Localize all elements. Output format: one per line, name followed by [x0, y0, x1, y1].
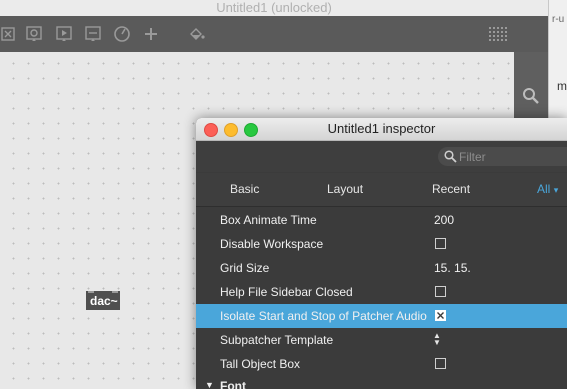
side-window-text: r-u [552, 14, 565, 25]
attribute-name: Disable Workspace [220, 237, 324, 251]
tab-recent[interactable]: Recent [432, 182, 470, 196]
attribute-name: Isolate Start and Stop of Patcher Audio [220, 309, 427, 323]
tab-all-label: All [537, 182, 551, 196]
attribute-row[interactable]: Box Animate Time 200 [196, 208, 567, 232]
close-window-button[interactable] [204, 123, 218, 137]
attribute-row[interactable]: Disable Workspace [196, 232, 567, 256]
attribute-name: Subpatcher Template [220, 333, 334, 347]
tab-basic[interactable]: Basic [230, 182, 259, 196]
tab-all[interactable]: All ▾ [537, 182, 558, 196]
message-icon[interactable] [26, 25, 44, 43]
disclosure-triangle-icon: ▼ [205, 380, 214, 389]
attribute-row[interactable]: Help File Sidebar Closed [196, 280, 567, 304]
button-icon[interactable] [56, 25, 74, 43]
dial-icon[interactable] [113, 25, 131, 43]
patcher-title: Untitled1 (unlocked) [0, 0, 548, 16]
attribute-value[interactable]: 15. 15. [434, 261, 471, 275]
side-window-text: m [557, 79, 567, 93]
patcher-toolbar [0, 16, 548, 52]
attribute-checkbox[interactable] [435, 286, 446, 297]
attribute-name: Help File Sidebar Closed [220, 285, 353, 299]
attribute-row[interactable]: Grid Size 15. 15. [196, 256, 567, 280]
close-box-icon[interactable] [0, 25, 18, 43]
inspector-tabs: Basic Layout Recent All ▾ [196, 173, 567, 207]
object-inlet[interactable] [88, 291, 94, 293]
section-label: Font [220, 379, 246, 389]
add-icon[interactable] [142, 25, 160, 43]
attribute-checkbox[interactable] [435, 238, 446, 249]
tab-layout[interactable]: Layout [327, 182, 363, 196]
attribute-value[interactable]: 200 [434, 213, 454, 227]
filter-input[interactable]: Filter [438, 147, 567, 166]
attribute-row[interactable]: Subpatcher Template ▲ ▼ [196, 328, 567, 352]
attribute-checkbox[interactable] [435, 358, 446, 369]
object-label: dac~ [90, 294, 118, 308]
filter-placeholder: Filter [459, 150, 486, 164]
inspector-title: Untitled1 inspector [327, 121, 436, 136]
attribute-name: Grid Size [220, 261, 270, 275]
popup-arrows-icon[interactable]: ▲ ▼ [433, 332, 441, 347]
inspector-search-bar: Filter [196, 141, 567, 172]
attribute-name: Box Animate Time [220, 213, 317, 227]
number-icon[interactable] [85, 25, 103, 43]
attribute-row-selected[interactable]: Isolate Start and Stop of Patcher Audio [196, 304, 567, 328]
zoom-window-button[interactable] [244, 123, 258, 137]
fill-icon[interactable] [188, 25, 206, 43]
chevron-down-icon: ▾ [553, 185, 559, 195]
search-icon[interactable] [522, 87, 540, 110]
object-inlet[interactable] [112, 291, 118, 293]
attribute-name: Tall Object Box [220, 357, 301, 371]
section-header-font[interactable]: ▼ Font [196, 379, 567, 389]
dac-object-box[interactable]: dac~ [86, 291, 120, 310]
inspector-titlebar: Untitled1 inspector [196, 118, 567, 141]
minimize-window-button[interactable] [224, 123, 238, 137]
attribute-checkbox-checked[interactable] [435, 310, 446, 321]
attribute-row[interactable]: Tall Object Box [196, 352, 567, 376]
grid-icon[interactable] [489, 27, 507, 45]
search-icon [444, 150, 457, 166]
inspector-window: Untitled1 inspector Filter Basic Layout … [196, 118, 567, 389]
